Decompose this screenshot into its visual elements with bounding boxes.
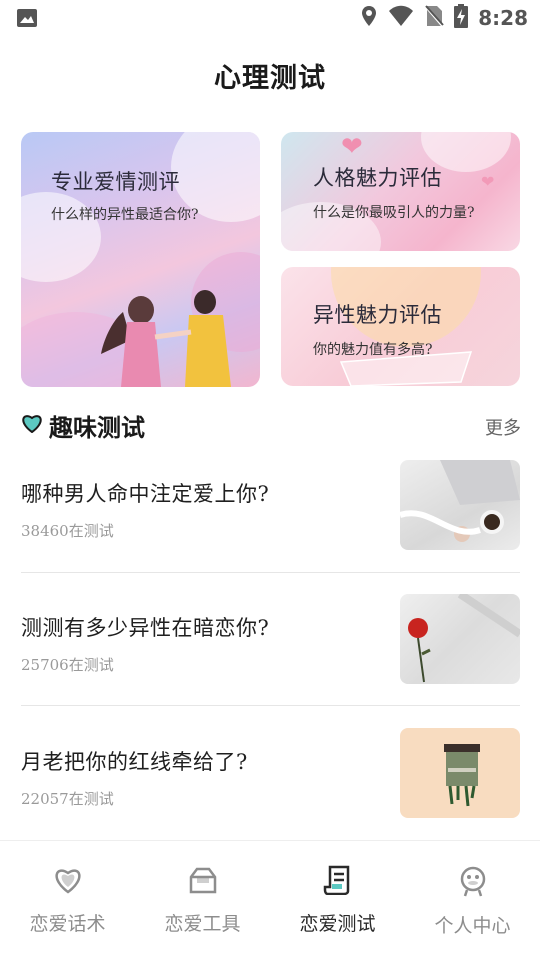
nav-tab-profile[interactable]: 个人中心 — [405, 865, 540, 938]
divider — [21, 572, 520, 573]
heart-decoration-icon: ❤ — [481, 172, 495, 191]
nav-label: 个人中心 — [434, 915, 511, 937]
quiz-title: 测测有多少异性在暗恋你? — [21, 616, 270, 640]
banner-subtitle: 什么样的异性最适合你? — [51, 207, 199, 223]
quiz-thumbnail — [400, 728, 520, 818]
shop-window-image — [444, 744, 480, 807]
quiz-thumbnail — [400, 460, 520, 550]
nav-label: 恋爱工具 — [164, 913, 241, 935]
banner-love-assessment[interactable]: 专业爱情测评 什么样的异性最适合你? — [21, 132, 260, 387]
banner-subtitle: 你的魅力值有多高? — [313, 342, 433, 358]
divider — [21, 705, 520, 706]
quiz-doc-icon — [270, 865, 405, 899]
banner-title: 专业爱情测评 — [51, 170, 180, 194]
toolbox-icon — [135, 865, 270, 899]
quiz-thumbnail — [400, 594, 520, 684]
nav-label: 恋爱测试 — [299, 913, 376, 935]
profile-icon — [405, 865, 540, 901]
wifi-icon — [388, 5, 414, 31]
banner-title: 人格魅力评估 — [313, 166, 442, 190]
quiz-count: 38460在测试 — [21, 522, 114, 540]
couple-illustration — [101, 290, 231, 387]
status-bar: 8:28 — [0, 0, 540, 36]
quiz-item[interactable]: 哪种男人命中注定爱上你? 38460在测试 — [21, 460, 520, 593]
nav-tab-love-talk[interactable]: 恋爱话术 — [0, 865, 135, 936]
page-title: 心理测试 — [214, 63, 326, 94]
quiz-title: 月老把你的红线牵给了? — [21, 750, 248, 774]
location-icon — [360, 5, 378, 31]
quiz-item[interactable]: 测测有多少异性在暗恋你? 25706在测试 — [21, 594, 520, 727]
laptop-coffee-image — [400, 460, 520, 542]
nav-label: 恋爱话术 — [29, 913, 106, 935]
section-title: 趣味测试 — [49, 413, 145, 442]
quiz-title: 哪种男人命中注定爱上你? — [21, 482, 270, 506]
banner-opposite-sex-charm[interactable]: 异性魅力评估 你的魅力值有多高? — [281, 267, 520, 386]
banner-title: 异性魅力评估 — [313, 303, 442, 327]
bottom-nav: 恋爱话术 恋爱工具 恋爱测试 个人中心 — [0, 840, 540, 960]
banner-personality-charm[interactable]: ❤ ❤ 人格魅力评估 什么是你最吸引人的力量? — [281, 132, 520, 251]
no-sim-icon — [424, 4, 445, 32]
heart-decoration-icon: ❤ — [341, 132, 363, 162]
banner-subtitle: 什么是你最吸引人的力量? — [313, 205, 475, 221]
nav-tab-love-tools[interactable]: 恋爱工具 — [135, 865, 270, 936]
quiz-count: 22057在测试 — [21, 790, 114, 808]
heart-icon — [21, 413, 43, 437]
status-time: 8:28 — [478, 6, 528, 30]
battery-charging-icon — [454, 4, 469, 32]
gallery-notification-icon — [16, 8, 38, 32]
quiz-count: 25706在测试 — [21, 656, 114, 674]
nav-tab-love-test[interactable]: 恋爱测试 — [270, 865, 405, 936]
more-link[interactable]: 更多 — [485, 414, 521, 440]
fun-tests-header: 趣味测试 更多 — [21, 406, 521, 442]
rose-image — [408, 594, 520, 683]
heart-icon — [0, 865, 135, 899]
